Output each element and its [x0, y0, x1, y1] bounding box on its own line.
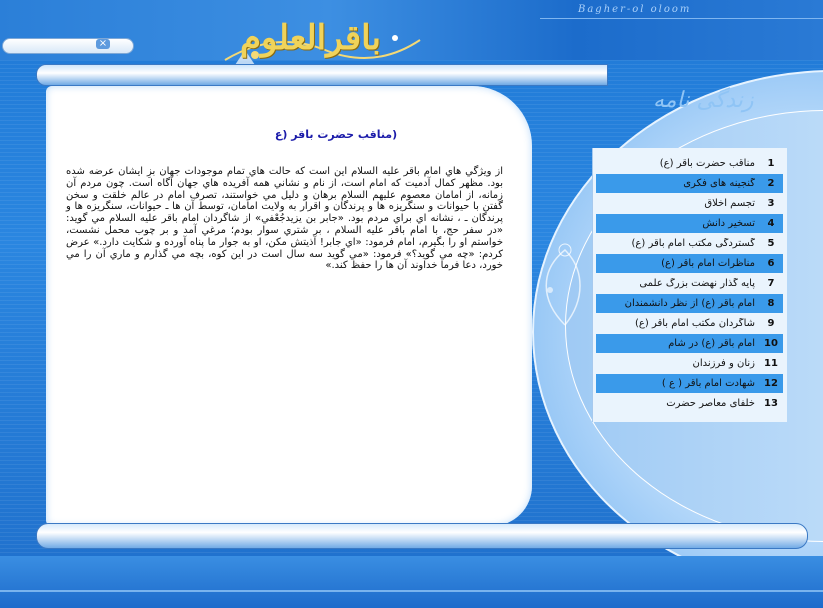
brand-name-en: Bagher-ol oloom — [578, 4, 692, 15]
sidebar-menu: 1 مناقب حضرت باقر (ع) 2 گنجینه های فکری 3 ت… — [596, 154, 783, 414]
content-panel: (مناقب حضرت باقر (ع از ويژگي هاي امام با… — [46, 86, 532, 526]
menu-item[interactable]: 11 زنان و فرزندان — [596, 354, 783, 373]
menu-item-label: شاگردان مکتب امام باقر (ع) — [635, 318, 755, 329]
menu-item-number: 5 — [767, 238, 775, 249]
menu-item[interactable]: 12 شهادت امام باقر ( ع ) — [596, 374, 783, 393]
menu-item[interactable]: 8 امام باقر (ع) از نظر دانشمندان — [596, 294, 783, 313]
menu-item[interactable]: 5 گستردگی مکتب امام باقر (ع) — [596, 234, 783, 253]
footer-band — [0, 556, 823, 608]
menu-item-number: 11 — [764, 358, 778, 369]
menu-item-number: 2 — [767, 178, 775, 189]
menu-item[interactable]: 13 خلفای معاصر حضرت — [596, 394, 783, 413]
menu-item-number: 3 — [767, 198, 775, 209]
menu-item-number: 6 — [767, 258, 775, 269]
page-title: (مناقب حضرت باقر (ع — [274, 128, 398, 141]
menu-item-label: شهادت امام باقر ( ع ) — [661, 378, 755, 389]
sidebar-title: زندگی نامه — [653, 88, 754, 113]
menu-item-number: 4 — [767, 218, 775, 229]
menu-item-number: 13 — [764, 398, 778, 409]
menu-item-number: 1 — [767, 158, 775, 169]
menu-item-label: مناقب حضرت باقر (ع) — [659, 158, 755, 169]
article-body: از ويژگي هاي امام باقر عليه السلام اين ا… — [66, 166, 503, 272]
menu-item-label: پایه گذار نهضت بزرگ علمی — [639, 278, 755, 289]
menu-item-number: 9 — [767, 318, 775, 329]
header-rule — [540, 18, 823, 19]
search-input[interactable] — [2, 38, 134, 54]
menu-item[interactable]: 1 مناقب حضرت باقر (ع) — [596, 154, 783, 173]
menu-item-label: امام باقر (ع) از نظر دانشمندان — [624, 298, 755, 309]
menu-item-label: امام باقر (ع) در شام — [668, 338, 755, 349]
menu-item[interactable]: 3 تجسم اخلاق — [596, 194, 783, 213]
floral-ornament — [545, 243, 581, 326]
bottom-tube-bar — [36, 523, 808, 549]
app-window: Bagher-ol oloom × باقرالعلوم زندگی نامه … — [0, 0, 823, 608]
footer-rule — [0, 590, 823, 592]
menu-item-label: مناظرات امام باقر (ع) — [661, 258, 755, 269]
menu-item[interactable]: 2 گنجینه های فکری — [596, 174, 783, 193]
menu-item-label: تجسم اخلاق — [704, 198, 755, 209]
top-tube-bar — [36, 64, 608, 86]
menu-item[interactable]: 9 شاگردان مکتب امام باقر (ع) — [596, 314, 783, 333]
menu-item-label: گستردگی مکتب امام باقر (ع) — [631, 238, 755, 249]
menu-item-label: زنان و فرزندان — [692, 358, 755, 369]
menu-item-number: 8 — [767, 298, 775, 309]
menu-item[interactable]: 6 مناظرات امام باقر (ع) — [596, 254, 783, 273]
menu-item-label: خلفای معاصر حضرت — [666, 398, 755, 409]
menu-item-number: 12 — [764, 378, 778, 389]
menu-item[interactable]: 4 تسخیر دانش — [596, 214, 783, 233]
menu-item[interactable]: 10 امام باقر (ع) در شام — [596, 334, 783, 353]
menu-item-label: تسخیر دانش — [702, 218, 755, 229]
menu-item[interactable]: 7 پایه گذار نهضت بزرگ علمی — [596, 274, 783, 293]
menu-item-label: گنجینه های فکری — [683, 178, 755, 189]
menu-item-number: 7 — [767, 278, 775, 289]
logo-text: باقرالعلوم — [240, 18, 381, 58]
menu-item-number: 10 — [764, 338, 778, 349]
close-icon[interactable]: × — [96, 39, 110, 49]
